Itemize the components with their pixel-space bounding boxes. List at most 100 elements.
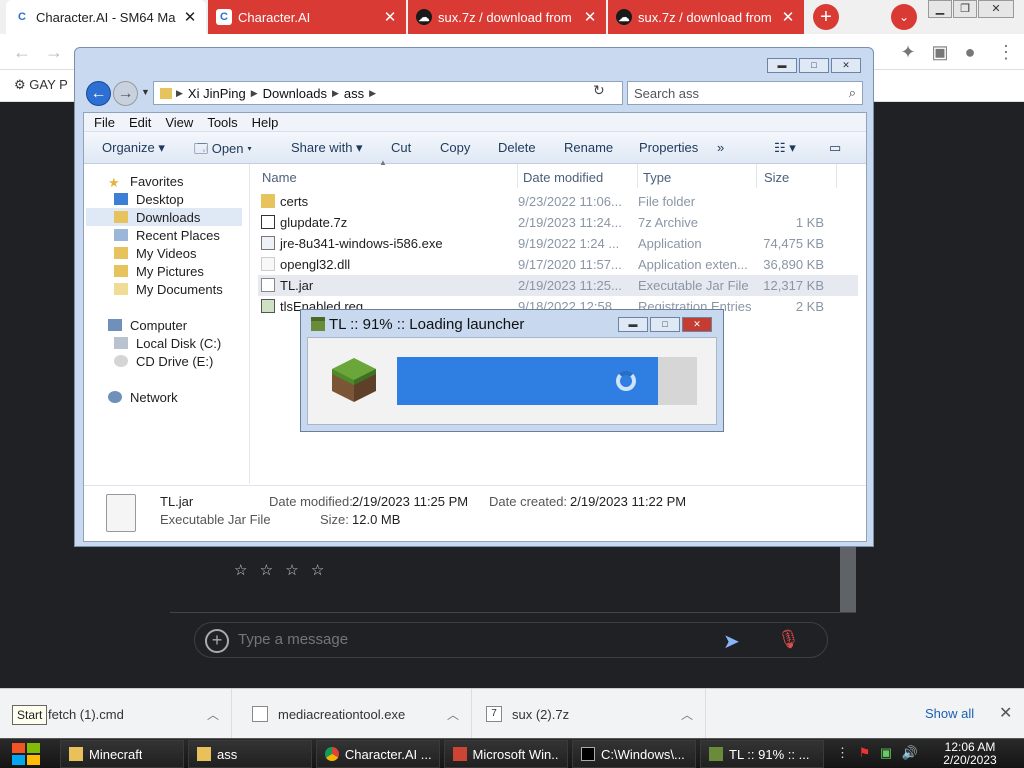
- add-icon[interactable]: +: [205, 629, 229, 653]
- close-icon[interactable]: ✕: [182, 8, 198, 26]
- volume-icon[interactable]: 🔊: [902, 745, 918, 760]
- column-separator[interactable]: [637, 164, 638, 188]
- menu-icon[interactable]: ⋮: [996, 42, 1016, 62]
- extensions-icon[interactable]: ✦: [898, 42, 918, 62]
- minimize-button[interactable]: ▬: [618, 317, 648, 332]
- rename-button[interactable]: Rename: [564, 140, 613, 155]
- tab-character-ai[interactable]: C Character.AI ✕: [208, 0, 406, 34]
- download-item[interactable]: 7 sux (2).7z ︿: [474, 689, 706, 739]
- nav-computer[interactable]: Computer: [108, 316, 187, 334]
- breadcrumb-downloads[interactable]: Downloads: [263, 86, 327, 101]
- chevron-up-icon[interactable]: ︿: [681, 706, 693, 723]
- column-size[interactable]: Size: [764, 170, 789, 185]
- profile-icon[interactable]: ●: [960, 42, 980, 62]
- nav-recent-places[interactable]: Recent Places: [114, 226, 220, 244]
- search-input[interactable]: Search ass ⌕: [627, 81, 863, 105]
- recent-pages-dropdown-icon[interactable]: ▼: [141, 87, 150, 97]
- nav-my-videos[interactable]: My Videos: [114, 244, 196, 262]
- new-tab-button[interactable]: +: [813, 4, 839, 30]
- chevron-up-icon[interactable]: ︿: [447, 706, 459, 723]
- windows-logo-icon[interactable]: [8, 740, 44, 768]
- nav-cd-drive[interactable]: CD Drive (E:): [114, 352, 213, 370]
- taskbar-item-ass[interactable]: ass: [188, 740, 312, 768]
- message-input[interactable]: [238, 631, 698, 648]
- menu-tools[interactable]: Tools: [207, 115, 237, 130]
- send-icon[interactable]: ➤: [723, 629, 740, 654]
- side-panel-icon[interactable]: ▣: [930, 42, 950, 62]
- close-icon[interactable]: ✕: [999, 703, 1012, 723]
- file-row[interactable]: jre-8u341-windows-i586.exe 9/19/2022 1:2…: [258, 233, 858, 254]
- close-icon[interactable]: ✕: [382, 8, 398, 26]
- column-separator[interactable]: [836, 164, 837, 188]
- clock[interactable]: 12:06 AM 2/20/2023: [938, 741, 1002, 767]
- file-row[interactable]: glupdate.7z 2/19/2023 11:24... 7z Archiv…: [258, 212, 858, 233]
- properties-button[interactable]: Properties: [639, 140, 698, 155]
- close-button[interactable]: ✕: [682, 317, 712, 332]
- download-item[interactable]: mediacreationtool.exe ︿: [240, 689, 472, 739]
- close-icon[interactable]: ✕: [582, 8, 598, 26]
- refresh-icon[interactable]: ↻: [593, 82, 605, 99]
- delete-button[interactable]: Delete: [498, 140, 536, 155]
- cut-button[interactable]: Cut: [391, 140, 411, 155]
- open-button[interactable]: 🗔 Open ▾: [194, 140, 252, 162]
- search-icon[interactable]: ⌕: [849, 85, 856, 101]
- nav-network[interactable]: Network: [108, 388, 178, 406]
- share-with-button[interactable]: Share with ▾: [291, 140, 363, 156]
- file-row-selected[interactable]: TL.jar 2/19/2023 11:25... Executable Jar…: [258, 275, 858, 296]
- forward-arrow-icon[interactable]: →: [113, 81, 138, 106]
- copy-button[interactable]: Copy: [440, 140, 470, 155]
- column-type[interactable]: Type: [643, 170, 671, 185]
- taskbar-item-launcher[interactable]: TL :: 91% :: ...: [700, 740, 824, 768]
- close-window-button[interactable]: ✕: [978, 0, 1014, 18]
- more-icon[interactable]: ⋮: [836, 745, 849, 760]
- menu-file[interactable]: File: [94, 115, 115, 130]
- nav-my-documents[interactable]: My Documents: [114, 280, 223, 298]
- taskbar-item-cmd[interactable]: C:\Windows\...: [572, 740, 696, 768]
- column-date-modified[interactable]: Date modified: [523, 170, 603, 185]
- more-commands-button[interactable]: »: [717, 140, 724, 155]
- column-name[interactable]: Name: [262, 170, 297, 185]
- file-row[interactable]: certs 9/23/2022 11:06... File folder: [258, 191, 858, 212]
- address-bar[interactable]: ▶ Xi JinPing ▶ Downloads ▶ ass ▶ ▼: [153, 81, 659, 105]
- tab-sux-download-2[interactable]: ☁ sux.7z / download from ✕: [608, 0, 804, 34]
- tab-sux-download-1[interactable]: ☁ sux.7z / download from ✕: [408, 0, 606, 34]
- forward-arrow-icon[interactable]: →: [44, 42, 64, 62]
- show-all-link[interactable]: Show all: [925, 706, 974, 721]
- bookmark-item[interactable]: ⚙ GAY P: [14, 77, 68, 93]
- back-arrow-icon[interactable]: ←: [86, 81, 111, 106]
- restore-button[interactable]: ❐: [953, 0, 977, 18]
- taskbar-item-minecraft[interactable]: Minecraft: [60, 740, 184, 768]
- minimize-button[interactable]: ▬: [767, 58, 797, 73]
- maximize-button[interactable]: □: [650, 317, 680, 332]
- column-separator[interactable]: [517, 164, 518, 188]
- back-arrow-icon[interactable]: ←: [12, 42, 32, 62]
- chevron-up-icon[interactable]: ︿: [207, 706, 219, 723]
- view-options-icon[interactable]: ☷ ▾: [774, 140, 796, 156]
- tab-search-button[interactable]: ⌄: [891, 4, 917, 30]
- menu-view[interactable]: View: [165, 115, 193, 130]
- flag-icon[interactable]: ⚑: [859, 745, 871, 760]
- nav-downloads[interactable]: Downloads: [86, 208, 242, 226]
- nav-local-disk[interactable]: Local Disk (C:): [114, 334, 221, 352]
- rating-stars[interactable]: ☆ ☆ ☆ ☆: [234, 561, 328, 579]
- taskbar-item-microsoft-windows[interactable]: Microsoft Win...: [444, 740, 568, 768]
- organize-button[interactable]: Organize ▾: [102, 140, 165, 156]
- breadcrumb-user[interactable]: Xi JinPing: [188, 86, 246, 101]
- nav-desktop[interactable]: Desktop: [114, 190, 184, 208]
- breadcrumb-ass[interactable]: ass: [344, 86, 364, 101]
- taskbar-item-chrome[interactable]: Character.AI ...: [316, 740, 440, 768]
- nav-my-pictures[interactable]: My Pictures: [114, 262, 204, 280]
- network-icon[interactable]: ▣: [880, 745, 892, 760]
- minimize-button[interactable]: ▁: [928, 0, 952, 18]
- tab-character-ai-sm64[interactable]: C Character.AI - SM64 Ma ✕: [6, 0, 206, 34]
- close-button[interactable]: ✕: [831, 58, 861, 73]
- file-row[interactable]: opengl32.dll 9/17/2020 11:57... Applicat…: [258, 254, 858, 275]
- close-icon[interactable]: ✕: [780, 8, 796, 26]
- nav-favorites[interactable]: ★ Favorites: [108, 172, 183, 191]
- maximize-button[interactable]: □: [799, 58, 829, 73]
- column-separator[interactable]: [756, 164, 757, 188]
- menu-edit[interactable]: Edit: [129, 115, 151, 130]
- preview-pane-icon[interactable]: ▭: [829, 140, 841, 156]
- mic-off-icon[interactable]: 🎙: [777, 629, 800, 650]
- menu-help[interactable]: Help: [252, 115, 279, 130]
